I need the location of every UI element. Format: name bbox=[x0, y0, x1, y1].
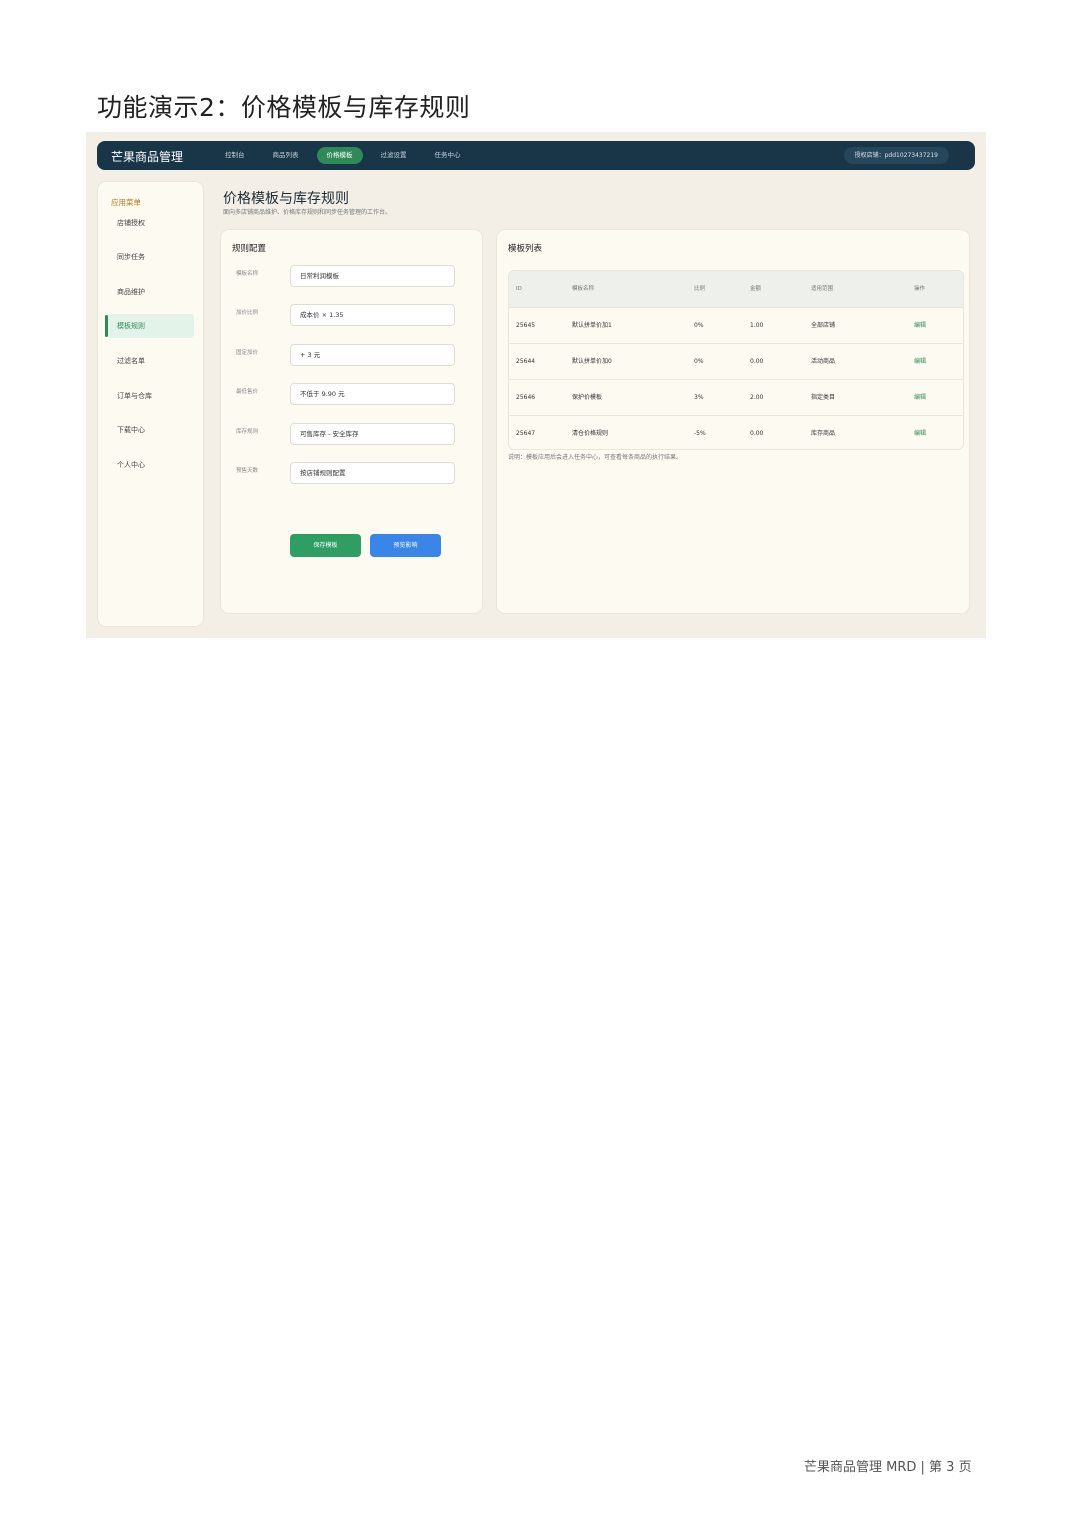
nav-product-list[interactable]: 商品列表 bbox=[263, 147, 309, 164]
app-screenshot: 芒果商品管理 控制台 商品列表 价格模板 过滤设置 任务中心 授权店铺：pdd1… bbox=[86, 132, 986, 638]
cell-name: 保护价模板 bbox=[572, 394, 603, 401]
form-row-fixed-markup: 固定加价 + 3 元 bbox=[221, 344, 482, 366]
sidebar-item-personal-center[interactable]: 个人中心 bbox=[107, 453, 194, 477]
table-row: 25647 清仓价格规则 -5% 0.00 库存商品 编辑 bbox=[509, 415, 963, 449]
main-nav: 控制台 商品列表 价格模板 过滤设置 任务中心 bbox=[215, 147, 479, 164]
sidebar-item-filter-list[interactable]: 过滤名单 bbox=[107, 349, 194, 373]
page-footer: 芒果商品管理 MRD | 第 3 页 bbox=[804, 1460, 972, 1475]
table-row: 25645 默认拼单价加1 0% 1.00 全部店铺 编辑 bbox=[509, 307, 963, 343]
cell-ratio: -5% bbox=[694, 430, 706, 437]
sidebar-item-template-rules[interactable]: 模板规则 bbox=[105, 314, 194, 338]
table-note: 说明：模板应用后会进入任务中心，可查看每条商品的执行结果。 bbox=[508, 454, 683, 461]
cell-scope: 活动商品 bbox=[811, 358, 836, 365]
field-label: 库存规则 bbox=[236, 429, 259, 435]
field-label: 预售天数 bbox=[236, 468, 259, 474]
sidebar-item-sync-tasks[interactable]: 同步任务 bbox=[107, 245, 194, 269]
nav-dashboard[interactable]: 控制台 bbox=[215, 147, 255, 164]
form-row-presale-days: 预售天数 按店铺规则配置 bbox=[221, 462, 482, 484]
sidebar-item-product-maintenance[interactable]: 商品维护 bbox=[107, 280, 194, 304]
field-label: 固定加价 bbox=[236, 350, 259, 356]
cell-scope: 指定类目 bbox=[811, 394, 836, 401]
preview-impact-button[interactable]: 预览影响 bbox=[370, 534, 441, 557]
stock-rule-input[interactable]: 可售库存 - 安全库存 bbox=[290, 423, 455, 445]
cell-name: 默认拼单价加1 bbox=[572, 322, 612, 329]
field-label: 最低售价 bbox=[236, 389, 259, 395]
field-label: 模板名称 bbox=[236, 271, 259, 277]
sidebar-item-shop-auth[interactable]: 店铺授权 bbox=[107, 211, 194, 235]
cell-amount: 0.00 bbox=[750, 430, 764, 437]
rule-config-card: 规则配置 模板名称 日常利润模板 加价比例 成本价 × 1.35 固定加价 + … bbox=[220, 229, 483, 614]
sidebar-item-download-center[interactable]: 下载中心 bbox=[107, 418, 194, 442]
template-list-card: 模板列表 ID 模板名称 比例 金额 适用范围 操作 25645 默认拼单价加1… bbox=[496, 229, 970, 614]
document-heading: 功能演示2：价格模板与库存规则 bbox=[97, 93, 471, 122]
fixed-markup-input[interactable]: + 3 元 bbox=[290, 344, 455, 366]
app-brand: 芒果商品管理 bbox=[111, 150, 184, 164]
nav-filter-settings[interactable]: 过滤设置 bbox=[371, 147, 417, 164]
column-header: 适用范围 bbox=[811, 286, 834, 292]
cell-ratio: 0% bbox=[694, 322, 704, 329]
column-header: 金额 bbox=[750, 286, 762, 292]
sidebar-item-label: 模板规则 bbox=[117, 322, 145, 330]
cell-amount: 0.00 bbox=[750, 358, 764, 365]
column-header: 比例 bbox=[694, 286, 706, 292]
column-header: 操作 bbox=[914, 286, 926, 292]
cell-id: 25647 bbox=[516, 430, 536, 437]
markup-ratio-input[interactable]: 成本价 × 1.35 bbox=[290, 304, 455, 326]
page-subtitle: 面向多店铺商品维护、价格库存规则和同步任务管理的工作台。 bbox=[223, 209, 392, 216]
cell-scope: 库存商品 bbox=[811, 430, 836, 437]
authorized-shop-badge[interactable]: 授权店铺：pdd10273437219 bbox=[843, 147, 949, 164]
top-navbar: 芒果商品管理 控制台 商品列表 价格模板 过滤设置 任务中心 授权店铺：pdd1… bbox=[97, 141, 975, 170]
form-row-markup-ratio: 加价比例 成本价 × 1.35 bbox=[221, 304, 482, 326]
column-header: 模板名称 bbox=[572, 286, 595, 292]
edit-link[interactable]: 编辑 bbox=[914, 344, 926, 380]
cell-name: 默认拼单价加0 bbox=[572, 358, 612, 365]
template-table: ID 模板名称 比例 金额 适用范围 操作 25645 默认拼单价加1 0% 1… bbox=[508, 270, 964, 450]
min-price-input[interactable]: 不低于 9.90 元 bbox=[290, 383, 455, 405]
template-name-input[interactable]: 日常利润模板 bbox=[290, 265, 455, 287]
cell-id: 25644 bbox=[516, 358, 536, 365]
cell-ratio: 0% bbox=[694, 358, 704, 365]
cell-scope: 全部店铺 bbox=[811, 322, 836, 329]
table-row: 25646 保护价模板 3% 2.00 指定类目 编辑 bbox=[509, 379, 963, 415]
sidebar-heading: 应用菜单 bbox=[111, 198, 141, 207]
card-title: 规则配置 bbox=[232, 244, 267, 254]
presale-days-input[interactable]: 按店铺规则配置 bbox=[290, 462, 455, 484]
edit-link[interactable]: 编辑 bbox=[914, 416, 926, 449]
cell-amount: 1.00 bbox=[750, 322, 764, 329]
card-title: 模板列表 bbox=[508, 244, 543, 254]
page-title: 价格模板与库存规则 bbox=[223, 191, 349, 207]
sidebar: 应用菜单 店铺授权 同步任务 商品维护 模板规则 过滤名单 订单与仓库 下载中心… bbox=[97, 181, 204, 627]
cell-amount: 2.00 bbox=[750, 394, 764, 401]
table-row: 25644 默认拼单价加0 0% 0.00 活动商品 编辑 bbox=[509, 343, 963, 379]
cell-ratio: 3% bbox=[694, 394, 704, 401]
form-row-stock-rule: 库存规则 可售库存 - 安全库存 bbox=[221, 423, 482, 445]
edit-link[interactable]: 编辑 bbox=[914, 308, 926, 344]
nav-task-center[interactable]: 任务中心 bbox=[425, 147, 471, 164]
cell-id: 25645 bbox=[516, 322, 536, 329]
cell-id: 25646 bbox=[516, 394, 536, 401]
sidebar-item-orders-warehouse[interactable]: 订单与仓库 bbox=[107, 384, 194, 408]
table-header-row: ID 模板名称 比例 金额 适用范围 操作 bbox=[509, 271, 963, 307]
form-row-template-name: 模板名称 日常利润模板 bbox=[221, 265, 482, 287]
cell-name: 清仓价格规则 bbox=[572, 430, 609, 437]
column-header: ID bbox=[516, 286, 522, 292]
nav-price-template[interactable]: 价格模板 bbox=[316, 147, 363, 164]
edit-link[interactable]: 编辑 bbox=[914, 380, 926, 416]
field-label: 加价比例 bbox=[236, 310, 259, 316]
save-template-button[interactable]: 保存模板 bbox=[290, 534, 361, 557]
form-row-min-price: 最低售价 不低于 9.90 元 bbox=[221, 383, 482, 405]
active-indicator bbox=[105, 315, 108, 337]
